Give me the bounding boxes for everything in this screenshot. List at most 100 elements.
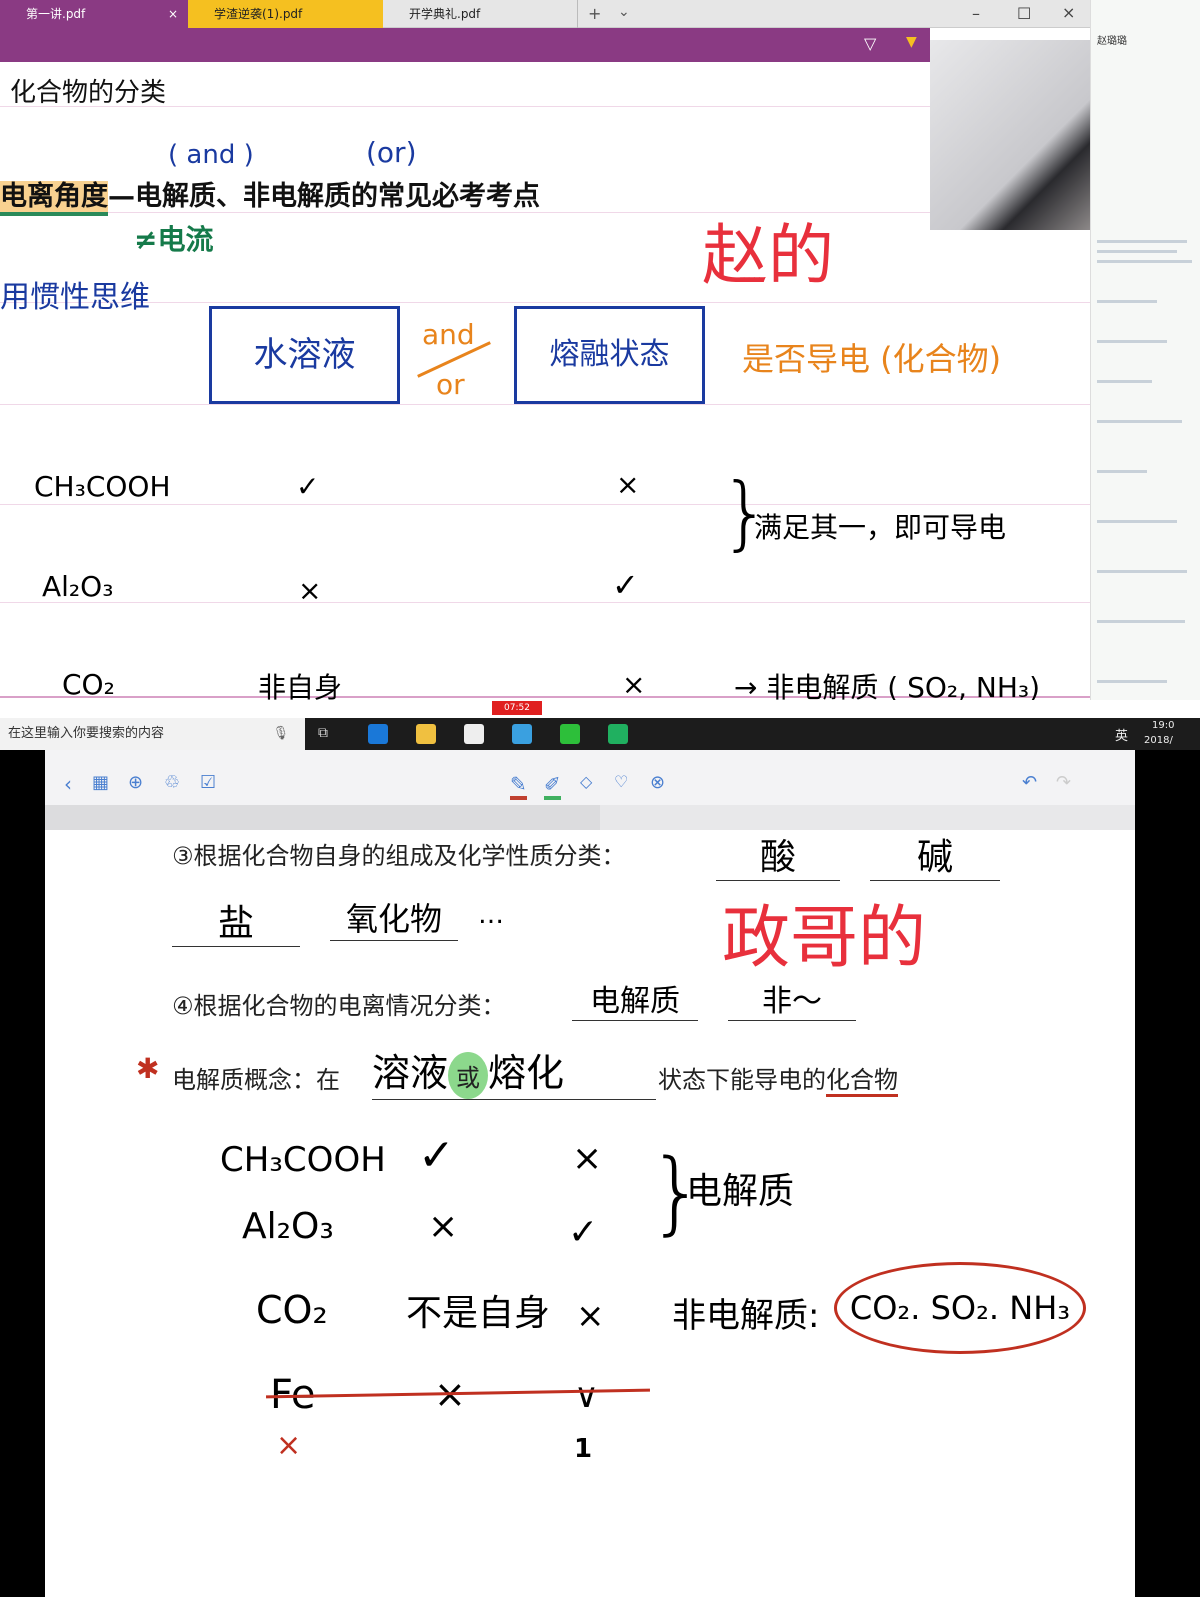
tab-label: 第一讲.pdf [26, 7, 86, 21]
redo-icon[interactable]: ↷ [1056, 772, 1071, 793]
tab-bar: 第一讲.pdf × 学渣逆袭(1).pdf 开学典礼.pdf + ⌄ – ☐ × [0, 0, 1090, 28]
row-formula: CO₂ [62, 668, 115, 701]
line3-text: ③根据化合物自身的组成及化学性质分类： [172, 842, 626, 870]
file-explorer-icon[interactable] [416, 724, 436, 744]
chat-username: 赵璐璐 [1097, 36, 1127, 47]
mail-icon[interactable] [464, 724, 484, 744]
row-formula: CH₃COOH [220, 1140, 386, 1180]
row-aq: × [428, 1206, 459, 1247]
page-title: 化合物的分类 [10, 78, 167, 108]
row-formula: CH₃COOH [34, 470, 171, 503]
heading-highlight: 电离角度 [0, 181, 108, 216]
microphone-icon[interactable]: 🎙 [272, 718, 289, 750]
heading-text: —电解质、非电解质的常见必考考点 [108, 181, 540, 212]
minimize-button[interactable]: – [972, 4, 980, 23]
andor-bottom: or [436, 368, 465, 401]
task-view-icon[interactable]: ⧉ [318, 725, 328, 741]
fe-mark: × [276, 1428, 302, 1463]
andor-top: and [422, 318, 475, 351]
ellipsis: … [478, 900, 504, 930]
back-icon[interactable]: ‹ [64, 772, 72, 796]
ipad-tab[interactable] [45, 805, 600, 830]
row-aq: × [298, 574, 322, 607]
clock-date[interactable]: 2018/ [1144, 735, 1173, 746]
nonelec-label: 非电解质: [672, 1296, 820, 1336]
app-icon[interactable] [608, 724, 628, 744]
cancel-icon[interactable]: ⊗ [650, 772, 665, 793]
clock-time[interactable]: 19:0 [1152, 720, 1174, 731]
row-melt: ✓ [612, 566, 639, 604]
recording-timer[interactable]: 07:52 [492, 701, 542, 715]
note-or: (or) [366, 136, 417, 169]
conduct-label: 是否导电 (化合物) [742, 340, 1002, 378]
share-icon[interactable]: ♲ [164, 772, 180, 793]
maximize-button[interactable]: ☐ [1017, 4, 1031, 23]
ime-indicator[interactable]: 英 [1115, 725, 1128, 744]
label-zhao: 赵的 [702, 217, 834, 294]
tab-xuezha[interactable]: 学渣逆袭(1).pdf [188, 0, 383, 28]
molten: 熔化 [488, 1051, 565, 1095]
note-current: ≠电流 [134, 223, 214, 256]
or: 或 [448, 1052, 489, 1099]
row-formula: Al₂O₃ [42, 570, 114, 603]
toolbar-ribbon: ▽ ▼ [0, 28, 930, 62]
acid: 酸 [716, 828, 840, 881]
row-melt: ✓ [568, 1212, 599, 1253]
add-icon[interactable]: ⊕ [128, 772, 143, 793]
ipad-document-tabs [45, 805, 1135, 830]
tab-dropdown-button[interactable]: ⌄ [618, 4, 630, 20]
close-window-button[interactable]: × [1062, 3, 1075, 22]
lasso-icon[interactable]: ♡ [614, 772, 628, 791]
tab-label: 开学典礼.pdf [409, 7, 481, 21]
note-and: ( and ) [168, 140, 254, 170]
pen-tool-icon[interactable]: ✎ [510, 772, 527, 800]
tab-opening[interactable]: 开学典礼.pdf [383, 0, 578, 28]
row-formula: CO₂ [256, 1288, 328, 1332]
pdf-page: 化合物的分类 ( and ) (or) 电离角度—电解质、非电解质的常见必考考点… [0, 62, 1090, 704]
row-melt: × [616, 468, 640, 501]
concept-blank: 溶液或熔化 [372, 1042, 656, 1100]
section-heading: 电离角度—电解质、非电解质的常见必考考点 [0, 174, 540, 216]
row-formula: Al₂O₃ [242, 1206, 334, 1247]
tab-first-lecture[interactable]: 第一讲.pdf × [0, 0, 188, 28]
taskbar-search-input[interactable]: 在这里输入你要搜索的内容 🎙 [0, 718, 305, 750]
row-aq: ✓ [296, 470, 320, 503]
wechat-icon[interactable] [560, 724, 580, 744]
label-zheng: 政哥的 [722, 899, 927, 978]
pen-icon[interactable]: ▽ [864, 34, 876, 53]
oxide: 氧化物 [330, 894, 458, 941]
edge-icon[interactable] [368, 724, 388, 744]
eraser-icon[interactable]: ◇ [580, 772, 592, 791]
undo-icon[interactable]: ↶ [1022, 772, 1037, 793]
edit-icon[interactable]: ☑ [200, 772, 216, 793]
solution: 溶液 [372, 1051, 449, 1095]
compound: 化合物 [826, 1066, 898, 1097]
star-icon: ✱ [136, 1052, 160, 1085]
note-habit: 用惯性思维 [0, 280, 150, 315]
row-melt: ∨ [574, 1376, 599, 1416]
line4-text: ④根据化合物的电离情况分类： [172, 992, 506, 1020]
base: 碱 [870, 828, 1000, 881]
search-placeholder: 在这里输入你要搜索的内容 [8, 726, 165, 741]
grid-icon[interactable]: ▦ [92, 772, 109, 793]
box-molten: 熔融状态 [514, 306, 705, 404]
tab-label: 学渣逆袭(1).pdf [214, 7, 303, 21]
electrolyte: 电解质 [572, 976, 698, 1021]
highlighter-icon[interactable]: ▼ [906, 34, 917, 50]
brace-note: 电解质 [686, 1171, 795, 1212]
brace-note: 满足其一，即可导电 [754, 511, 1007, 544]
nonelec-list-circled: CO₂. SO₂. NH₃ [834, 1262, 1086, 1354]
recording-strip: 07:52 [0, 700, 1200, 718]
fe-number: 1 [574, 1434, 593, 1464]
row-aq: ✓ [418, 1130, 455, 1181]
tab-close-button[interactable]: × [168, 0, 178, 28]
new-tab-button[interactable]: + [588, 4, 601, 23]
salt: 盐 [172, 894, 300, 947]
concept-suffix: 状态下能导电的化合物 [658, 1060, 898, 1097]
row-aq: 不是自身 [406, 1293, 551, 1334]
highlighter-tool-icon[interactable]: ✐ [544, 772, 561, 800]
media-player-icon[interactable] [512, 724, 532, 744]
chat-sidebar: 赵璐璐 [1090, 0, 1200, 700]
row-melt: × [572, 1138, 603, 1179]
concept-prefix: 电解质概念：在 [172, 1066, 340, 1094]
